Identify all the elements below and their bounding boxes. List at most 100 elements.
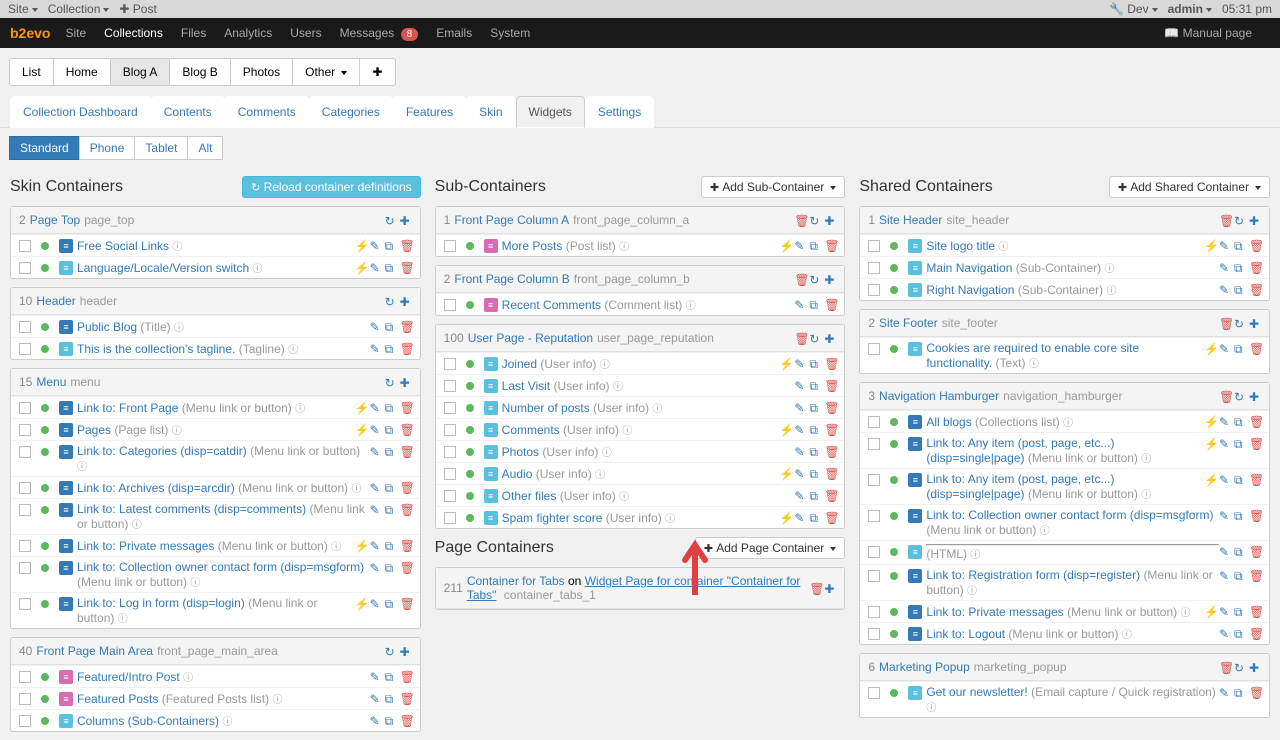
widget-name[interactable]: Link to: Private messages (926, 605, 1063, 619)
container-name[interactable]: Header (36, 294, 75, 308)
widget-name[interactable]: Joined (502, 357, 537, 371)
edit-icon[interactable]: ✎ (794, 445, 806, 457)
widget-name[interactable]: Featured Posts (77, 692, 158, 706)
delete-icon[interactable]: 🗑 (1249, 605, 1261, 617)
edit-icon[interactable]: ✎ (794, 298, 806, 310)
status-dot[interactable] (466, 426, 474, 434)
edit-icon[interactable]: ✎ (794, 489, 806, 501)
status-dot[interactable] (890, 345, 898, 353)
widget-name[interactable]: Number of posts (502, 401, 590, 415)
container-name[interactable]: Navigation Hamburger (879, 389, 999, 403)
delete-icon[interactable]: 🗑 (400, 561, 412, 573)
duplicate-icon[interactable]: ⧉ (1234, 415, 1246, 427)
edit-icon[interactable]: ✎ (370, 503, 382, 515)
nav-emails[interactable]: Emails (436, 26, 472, 40)
btn-list[interactable]: List (9, 58, 54, 86)
btn-other[interactable]: Other (292, 58, 360, 86)
delete-icon[interactable]: 🗑 (824, 467, 836, 479)
filter-alt[interactable]: Alt (187, 136, 223, 160)
reload-button[interactable]: ↻ Reload container definitions (242, 176, 420, 198)
user-menu[interactable]: admin (1168, 2, 1212, 16)
bolt-icon[interactable]: ⚡ (1204, 437, 1216, 449)
edit-icon[interactable]: ✎ (794, 467, 806, 479)
status-dot[interactable] (466, 470, 474, 478)
edit-icon[interactable]: ✎ (370, 539, 382, 551)
container-name[interactable]: Front Page Column A (454, 213, 569, 227)
delete-icon[interactable]: 🗑 (824, 298, 836, 310)
delete-icon[interactable]: 🗑 (1249, 239, 1261, 251)
duplicate-icon[interactable]: ⧉ (385, 597, 397, 609)
status-dot[interactable] (41, 695, 49, 703)
status-dot[interactable] (41, 242, 49, 250)
status-dot[interactable] (890, 440, 898, 448)
add-sub-container-button[interactable]: ✚ Add Sub-Container (701, 176, 845, 198)
checkbox[interactable] (19, 343, 31, 355)
status-dot[interactable] (41, 448, 49, 456)
edit-icon[interactable]: ✎ (1219, 437, 1231, 449)
delete-icon[interactable]: 🗑 (400, 401, 412, 413)
delete-icon[interactable]: 🗑 (824, 511, 836, 523)
duplicate-icon[interactable]: ⧉ (1234, 545, 1246, 557)
status-dot[interactable] (41, 600, 49, 608)
edit-icon[interactable]: ✎ (370, 714, 382, 726)
tab-contents[interactable]: Contents (151, 96, 225, 128)
status-dot[interactable] (41, 426, 49, 434)
add-widget-icon[interactable]: ✚ (1249, 390, 1261, 402)
brand-logo[interactable]: b2evo (10, 25, 50, 41)
duplicate-icon[interactable]: ⧉ (385, 539, 397, 551)
add-shared-container-button[interactable]: ✚ Add Shared Container (1109, 176, 1270, 198)
status-dot[interactable] (466, 382, 474, 390)
checkbox[interactable] (868, 628, 880, 640)
checkbox[interactable] (444, 402, 456, 414)
status-dot[interactable] (466, 242, 474, 250)
add-widget-icon[interactable]: ✚ (400, 214, 412, 226)
delete-icon[interactable]: 🗑 (400, 692, 412, 704)
duplicate-icon[interactable]: ⧉ (809, 467, 821, 479)
checkbox[interactable] (19, 562, 31, 574)
help-icon[interactable]: ⓘ (622, 426, 632, 437)
status-dot[interactable] (890, 548, 898, 556)
delete-icon[interactable]: 🗑 (400, 597, 412, 609)
edit-icon[interactable]: ✎ (794, 357, 806, 369)
edit-icon[interactable]: ✎ (370, 401, 382, 413)
delete-icon[interactable]: 🗑 (1249, 473, 1261, 485)
cache-icon[interactable]: ⚡ (779, 239, 791, 251)
edit-icon[interactable]: ✎ (1219, 569, 1231, 581)
widget-name[interactable]: Right Navigation (926, 283, 1014, 297)
help-icon[interactable]: ⓘ (665, 514, 675, 525)
cache-icon[interactable]: ⚡ (355, 539, 367, 551)
delete-icon[interactable]: 🗑 (1249, 686, 1261, 698)
edit-icon[interactable]: ✎ (1219, 342, 1231, 354)
refresh-icon[interactable]: ↻ (1234, 214, 1246, 226)
checkbox[interactable] (19, 402, 31, 414)
help-icon[interactable]: ⓘ (686, 301, 696, 312)
checkbox[interactable] (868, 240, 880, 252)
edit-icon[interactable]: ✎ (370, 423, 382, 435)
duplicate-icon[interactable]: ⧉ (1234, 473, 1246, 485)
delete-icon[interactable]: 🗑 (1249, 261, 1261, 273)
checkbox[interactable] (868, 510, 880, 522)
widget-name[interactable]: Link to: Collection owner contact form (… (77, 560, 364, 574)
help-icon[interactable]: ⓘ (295, 404, 305, 415)
status-dot[interactable] (41, 542, 49, 550)
help-icon[interactable]: ⓘ (118, 614, 128, 625)
delete-icon[interactable]: 🗑 (400, 239, 412, 251)
duplicate-icon[interactable]: ⧉ (1234, 239, 1246, 251)
cache-icon[interactable]: ⚡ (355, 239, 367, 251)
delete-icon[interactable]: 🗑 (1219, 214, 1231, 226)
duplicate-icon[interactable]: ⧉ (385, 342, 397, 354)
duplicate-icon[interactable]: ⧉ (1234, 686, 1246, 698)
widget-name[interactable]: Link to: Latest comments (disp=comments) (77, 502, 306, 516)
status-dot[interactable] (41, 673, 49, 681)
help-icon[interactable]: ⓘ (172, 426, 182, 437)
delete-icon[interactable]: 🗑 (809, 582, 821, 594)
refresh-icon[interactable]: ↻ (809, 332, 821, 344)
widget-name[interactable]: Other files (502, 489, 557, 503)
help-icon[interactable]: ⓘ (926, 703, 936, 714)
status-dot[interactable] (890, 689, 898, 697)
status-dot[interactable] (890, 418, 898, 426)
widget-name[interactable]: Recent Comments (502, 298, 601, 312)
duplicate-icon[interactable]: ⧉ (385, 670, 397, 682)
cache-icon[interactable]: ⚡ (779, 423, 791, 435)
duplicate-icon[interactable]: ⧉ (809, 511, 821, 523)
